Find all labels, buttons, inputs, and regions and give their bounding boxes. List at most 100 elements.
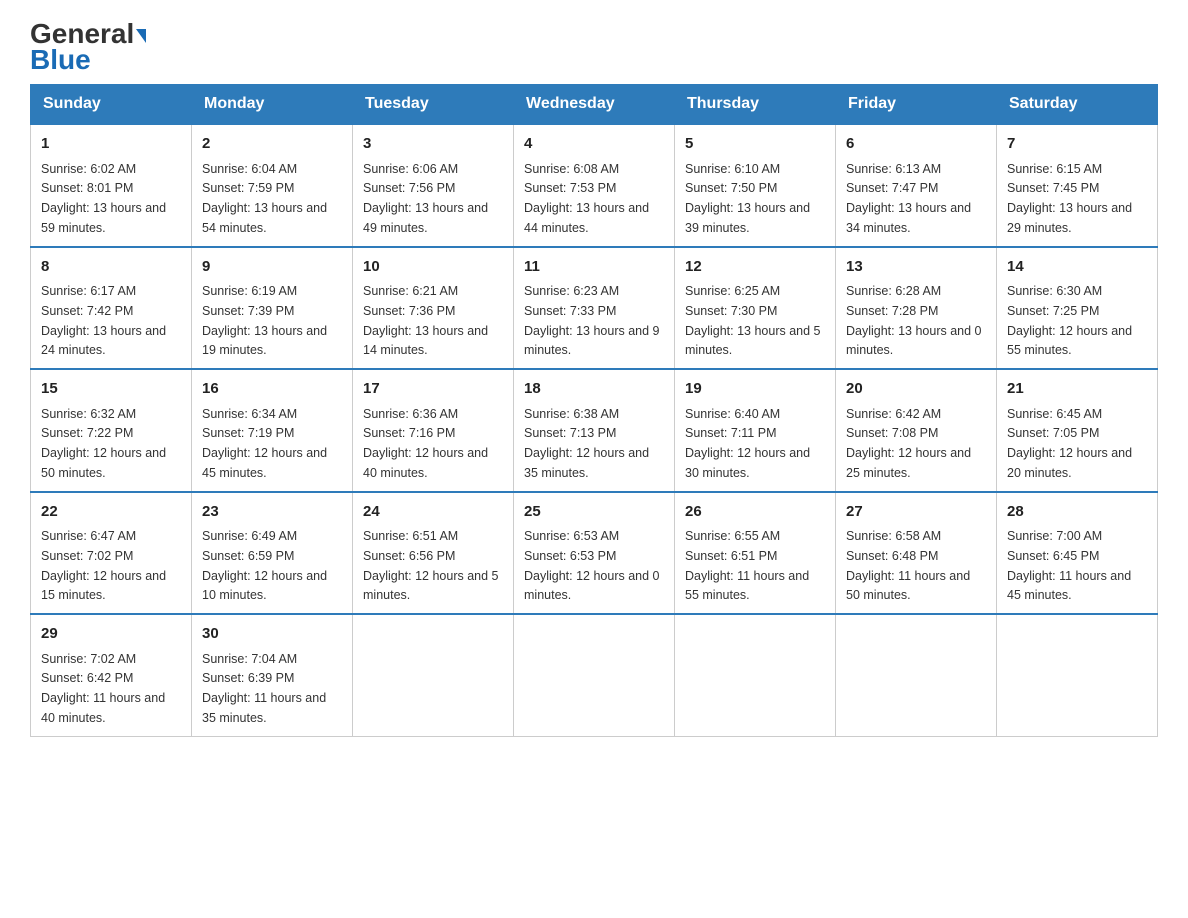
day-info: Sunrise: 6:32 AMSunset: 7:22 PMDaylight:…	[41, 407, 166, 480]
weekday-header-thursday: Thursday	[675, 85, 836, 125]
day-info: Sunrise: 6:36 AMSunset: 7:16 PMDaylight:…	[363, 407, 488, 480]
calendar-cell: 5 Sunrise: 6:10 AMSunset: 7:50 PMDayligh…	[675, 124, 836, 247]
day-info: Sunrise: 6:28 AMSunset: 7:28 PMDaylight:…	[846, 284, 982, 357]
day-info: Sunrise: 7:04 AMSunset: 6:39 PMDaylight:…	[202, 652, 326, 725]
calendar-cell: 13 Sunrise: 6:28 AMSunset: 7:28 PMDaylig…	[836, 247, 997, 370]
day-info: Sunrise: 6:21 AMSunset: 7:36 PMDaylight:…	[363, 284, 488, 357]
weekday-header-row: SundayMondayTuesdayWednesdayThursdayFrid…	[31, 85, 1158, 125]
day-number: 22	[41, 501, 181, 524]
day-info: Sunrise: 6:51 AMSunset: 6:56 PMDaylight:…	[363, 529, 499, 602]
day-number: 12	[685, 256, 825, 279]
day-number: 27	[846, 501, 986, 524]
calendar-cell: 27 Sunrise: 6:58 AMSunset: 6:48 PMDaylig…	[836, 492, 997, 615]
day-number: 3	[363, 133, 503, 156]
day-number: 1	[41, 133, 181, 156]
calendar-cell	[997, 614, 1158, 736]
calendar-cell: 22 Sunrise: 6:47 AMSunset: 7:02 PMDaylig…	[31, 492, 192, 615]
calendar-week-row: 29 Sunrise: 7:02 AMSunset: 6:42 PMDaylig…	[31, 614, 1158, 736]
calendar-week-row: 1 Sunrise: 6:02 AMSunset: 8:01 PMDayligh…	[31, 124, 1158, 247]
day-info: Sunrise: 6:53 AMSunset: 6:53 PMDaylight:…	[524, 529, 660, 602]
day-number: 25	[524, 501, 664, 524]
calendar-table: SundayMondayTuesdayWednesdayThursdayFrid…	[30, 84, 1158, 737]
logo-triangle-icon	[136, 29, 146, 43]
day-number: 9	[202, 256, 342, 279]
calendar-cell: 2 Sunrise: 6:04 AMSunset: 7:59 PMDayligh…	[192, 124, 353, 247]
day-info: Sunrise: 6:17 AMSunset: 7:42 PMDaylight:…	[41, 284, 166, 357]
calendar-cell: 4 Sunrise: 6:08 AMSunset: 7:53 PMDayligh…	[514, 124, 675, 247]
day-info: Sunrise: 7:02 AMSunset: 6:42 PMDaylight:…	[41, 652, 165, 725]
weekday-header-saturday: Saturday	[997, 85, 1158, 125]
day-info: Sunrise: 6:58 AMSunset: 6:48 PMDaylight:…	[846, 529, 970, 602]
weekday-header-friday: Friday	[836, 85, 997, 125]
day-info: Sunrise: 6:45 AMSunset: 7:05 PMDaylight:…	[1007, 407, 1132, 480]
page-header: General Blue	[30, 20, 1158, 74]
day-number: 8	[41, 256, 181, 279]
calendar-cell: 30 Sunrise: 7:04 AMSunset: 6:39 PMDaylig…	[192, 614, 353, 736]
calendar-cell: 24 Sunrise: 6:51 AMSunset: 6:56 PMDaylig…	[353, 492, 514, 615]
calendar-cell: 11 Sunrise: 6:23 AMSunset: 7:33 PMDaylig…	[514, 247, 675, 370]
calendar-body: 1 Sunrise: 6:02 AMSunset: 8:01 PMDayligh…	[31, 124, 1158, 736]
weekday-header-monday: Monday	[192, 85, 353, 125]
day-info: Sunrise: 6:38 AMSunset: 7:13 PMDaylight:…	[524, 407, 649, 480]
day-number: 5	[685, 133, 825, 156]
day-number: 7	[1007, 133, 1147, 156]
day-number: 2	[202, 133, 342, 156]
day-number: 11	[524, 256, 664, 279]
calendar-header: SundayMondayTuesdayWednesdayThursdayFrid…	[31, 85, 1158, 125]
calendar-cell: 17 Sunrise: 6:36 AMSunset: 7:16 PMDaylig…	[353, 369, 514, 492]
day-info: Sunrise: 6:13 AMSunset: 7:47 PMDaylight:…	[846, 162, 971, 235]
calendar-cell: 18 Sunrise: 6:38 AMSunset: 7:13 PMDaylig…	[514, 369, 675, 492]
day-info: Sunrise: 6:06 AMSunset: 7:56 PMDaylight:…	[363, 162, 488, 235]
calendar-cell: 19 Sunrise: 6:40 AMSunset: 7:11 PMDaylig…	[675, 369, 836, 492]
logo-blue: Blue	[30, 46, 91, 74]
day-info: Sunrise: 6:04 AMSunset: 7:59 PMDaylight:…	[202, 162, 327, 235]
calendar-cell: 7 Sunrise: 6:15 AMSunset: 7:45 PMDayligh…	[997, 124, 1158, 247]
day-info: Sunrise: 6:10 AMSunset: 7:50 PMDaylight:…	[685, 162, 810, 235]
day-info: Sunrise: 6:08 AMSunset: 7:53 PMDaylight:…	[524, 162, 649, 235]
day-info: Sunrise: 6:42 AMSunset: 7:08 PMDaylight:…	[846, 407, 971, 480]
logo: General Blue	[30, 20, 146, 74]
calendar-cell: 28 Sunrise: 7:00 AMSunset: 6:45 PMDaylig…	[997, 492, 1158, 615]
day-info: Sunrise: 6:40 AMSunset: 7:11 PMDaylight:…	[685, 407, 810, 480]
day-info: Sunrise: 6:47 AMSunset: 7:02 PMDaylight:…	[41, 529, 166, 602]
day-number: 13	[846, 256, 986, 279]
day-number: 16	[202, 378, 342, 401]
calendar-cell: 21 Sunrise: 6:45 AMSunset: 7:05 PMDaylig…	[997, 369, 1158, 492]
day-info: Sunrise: 6:25 AMSunset: 7:30 PMDaylight:…	[685, 284, 821, 357]
calendar-cell: 14 Sunrise: 6:30 AMSunset: 7:25 PMDaylig…	[997, 247, 1158, 370]
calendar-cell: 25 Sunrise: 6:53 AMSunset: 6:53 PMDaylig…	[514, 492, 675, 615]
day-number: 4	[524, 133, 664, 156]
day-number: 14	[1007, 256, 1147, 279]
calendar-cell: 15 Sunrise: 6:32 AMSunset: 7:22 PMDaylig…	[31, 369, 192, 492]
day-number: 30	[202, 623, 342, 646]
day-info: Sunrise: 7:00 AMSunset: 6:45 PMDaylight:…	[1007, 529, 1131, 602]
day-number: 21	[1007, 378, 1147, 401]
day-number: 20	[846, 378, 986, 401]
day-info: Sunrise: 6:19 AMSunset: 7:39 PMDaylight:…	[202, 284, 327, 357]
day-number: 19	[685, 378, 825, 401]
day-info: Sunrise: 6:30 AMSunset: 7:25 PMDaylight:…	[1007, 284, 1132, 357]
day-info: Sunrise: 6:49 AMSunset: 6:59 PMDaylight:…	[202, 529, 327, 602]
calendar-cell: 23 Sunrise: 6:49 AMSunset: 6:59 PMDaylig…	[192, 492, 353, 615]
weekday-header-wednesday: Wednesday	[514, 85, 675, 125]
day-number: 24	[363, 501, 503, 524]
day-info: Sunrise: 6:02 AMSunset: 8:01 PMDaylight:…	[41, 162, 166, 235]
day-number: 28	[1007, 501, 1147, 524]
calendar-cell: 26 Sunrise: 6:55 AMSunset: 6:51 PMDaylig…	[675, 492, 836, 615]
calendar-cell: 6 Sunrise: 6:13 AMSunset: 7:47 PMDayligh…	[836, 124, 997, 247]
day-info: Sunrise: 6:15 AMSunset: 7:45 PMDaylight:…	[1007, 162, 1132, 235]
calendar-cell: 3 Sunrise: 6:06 AMSunset: 7:56 PMDayligh…	[353, 124, 514, 247]
day-number: 6	[846, 133, 986, 156]
calendar-cell	[836, 614, 997, 736]
day-number: 17	[363, 378, 503, 401]
calendar-cell: 10 Sunrise: 6:21 AMSunset: 7:36 PMDaylig…	[353, 247, 514, 370]
calendar-week-row: 15 Sunrise: 6:32 AMSunset: 7:22 PMDaylig…	[31, 369, 1158, 492]
day-number: 26	[685, 501, 825, 524]
day-info: Sunrise: 6:55 AMSunset: 6:51 PMDaylight:…	[685, 529, 809, 602]
calendar-week-row: 22 Sunrise: 6:47 AMSunset: 7:02 PMDaylig…	[31, 492, 1158, 615]
calendar-cell: 12 Sunrise: 6:25 AMSunset: 7:30 PMDaylig…	[675, 247, 836, 370]
day-number: 10	[363, 256, 503, 279]
calendar-cell: 8 Sunrise: 6:17 AMSunset: 7:42 PMDayligh…	[31, 247, 192, 370]
day-number: 18	[524, 378, 664, 401]
day-info: Sunrise: 6:23 AMSunset: 7:33 PMDaylight:…	[524, 284, 660, 357]
